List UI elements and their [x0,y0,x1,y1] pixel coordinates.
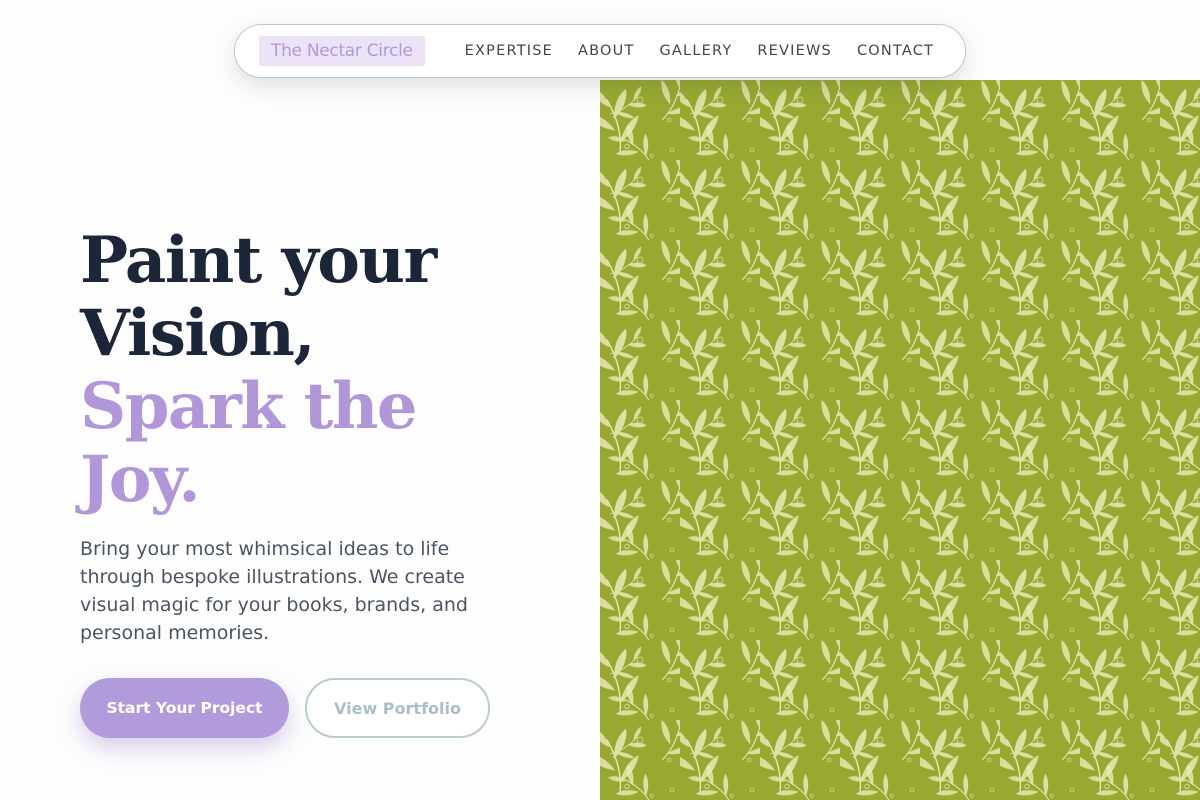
hero-title-line: Vision, [80,296,316,371]
hero-description: Bring your most whimsical ideas to life … [80,538,468,644]
hero-title-line: Paint your [80,223,437,298]
nav-link-contact[interactable]: CONTACT [857,43,934,59]
start-project-button[interactable]: Start Your Project [80,678,289,738]
fern-pattern-illustration [600,80,1200,800]
nav-link-gallery[interactable]: GALLERY [660,43,733,59]
nav-link-reviews[interactable]: REVIEWS [757,43,832,59]
brand-logo[interactable]: The Nectar Circle [259,36,425,66]
nav-links: EXPERTISE ABOUT GALLERY REVIEWS CONTACT [465,43,959,59]
hero-title-accent-line: Joy. [80,442,201,517]
hero-image [600,80,1200,800]
nav-link-expertise[interactable]: EXPERTISE [465,43,553,59]
top-navigation: The Nectar Circle EXPERTISE ABOUT GALLER… [234,24,966,78]
nav-link-about[interactable]: ABOUT [578,43,635,59]
view-portfolio-button[interactable]: View Portfolio [305,678,490,738]
hero-title: Paint your Vision, Spark the Joy. [80,223,437,517]
hero-title-accent-line: Spark the [80,369,418,444]
